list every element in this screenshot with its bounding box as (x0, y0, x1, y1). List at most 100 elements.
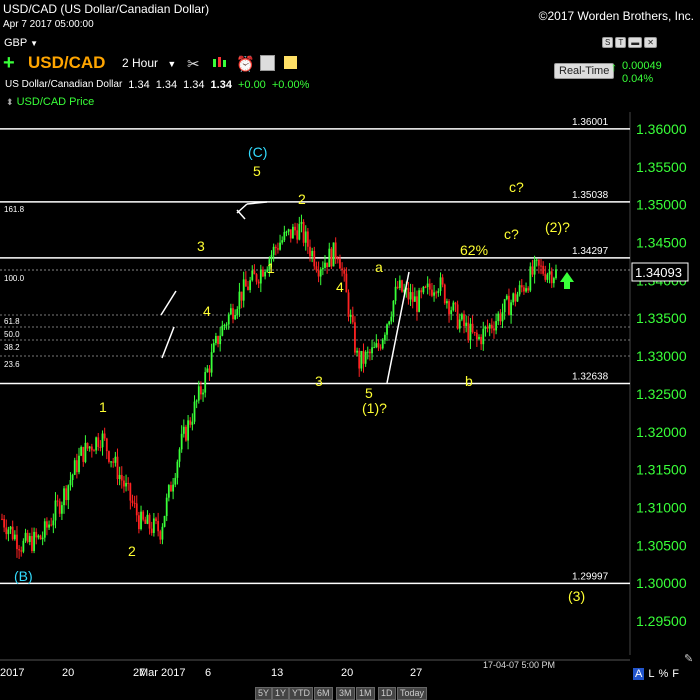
candle-body (495, 321, 498, 331)
candle-body (97, 437, 100, 447)
candle-body (131, 500, 134, 503)
fib-label: 100.0 (4, 274, 25, 283)
candle-body (420, 290, 423, 293)
candle-body (24, 532, 27, 541)
candle-body (418, 290, 421, 312)
candle-body (227, 314, 230, 325)
candle-body (535, 259, 538, 261)
candle-body (437, 291, 440, 293)
candle-body (441, 277, 444, 285)
wave-label: (B) (14, 568, 33, 584)
candle-body (505, 295, 508, 300)
candle-body (377, 343, 380, 348)
candle-body (510, 302, 512, 316)
pin-icon[interactable]: ✎ (684, 652, 693, 665)
candle-body (283, 232, 286, 241)
candle-body (555, 269, 557, 279)
candle-body (16, 534, 18, 550)
candle-body (20, 550, 23, 552)
candle-body (11, 526, 14, 540)
candle-body (167, 485, 170, 498)
range-button-3m[interactable]: 3M (336, 687, 355, 700)
candle-body (533, 260, 536, 275)
candle-body (309, 246, 311, 257)
candle-body (137, 515, 140, 530)
y-tick-label: 1.33000 (636, 348, 687, 364)
candle-body (93, 450, 95, 452)
candle-body (319, 269, 322, 277)
candle-body (373, 347, 376, 349)
y-tick-label: 1.36000 (636, 121, 687, 137)
candle-body (125, 482, 127, 487)
candle-body (362, 350, 365, 364)
candle-body (486, 326, 489, 329)
candle-body (456, 304, 459, 329)
range-button-1d[interactable]: 1D (378, 687, 396, 700)
candle-body (473, 332, 476, 334)
candle-body (48, 524, 50, 528)
candle-body (257, 281, 260, 284)
candle-body (28, 536, 31, 542)
candle-body (236, 308, 239, 315)
candle-body (540, 265, 542, 267)
candle-body (463, 314, 465, 326)
wave-label: a (375, 259, 383, 275)
range-button-ytd[interactable]: YTD (289, 687, 313, 700)
scale-log-button[interactable]: L (648, 668, 654, 680)
range-button-6m[interactable]: 6M (314, 687, 333, 700)
scale-f-button[interactable]: F (672, 668, 679, 680)
candle-body (431, 289, 433, 296)
candle-body (409, 292, 412, 300)
wave-label: (C) (248, 144, 267, 160)
candle-body (424, 286, 427, 288)
candle-body (542, 265, 545, 274)
candle-body (41, 537, 44, 540)
candle-body (407, 287, 410, 300)
level-label: 1.29997 (572, 571, 609, 582)
candle-body (172, 484, 175, 492)
candle-body (544, 273, 547, 280)
candle-body (67, 485, 70, 501)
wave-label: 1 (99, 399, 107, 415)
range-button-1m[interactable]: 1M (356, 687, 375, 700)
range-button-5y[interactable]: 5Y (255, 687, 273, 700)
candle-body (488, 324, 491, 329)
candle-body (95, 437, 98, 451)
candle-body (298, 223, 301, 240)
candle-body (503, 299, 506, 313)
candle-body (247, 286, 249, 291)
candle-body (523, 287, 525, 292)
x-tick-label: 2017 (0, 667, 24, 679)
candle-body (388, 321, 391, 325)
candle-body (296, 230, 299, 240)
candle-body (484, 326, 487, 329)
candle-body (328, 248, 331, 268)
candle-body (163, 516, 166, 527)
range-button-today[interactable]: Today (397, 687, 428, 700)
candle-body (176, 461, 179, 478)
candle-body (493, 328, 495, 331)
y-tick-label: 1.34500 (636, 235, 687, 251)
scale-a-button[interactable]: A (633, 668, 645, 680)
candle-body (371, 347, 373, 354)
level-label: 1.34297 (572, 246, 609, 257)
candle-body (195, 400, 198, 402)
level-label: 1.32638 (572, 371, 609, 382)
candle-body (264, 271, 266, 277)
candle-body (514, 293, 517, 302)
candle-body (452, 302, 455, 311)
candle-body (548, 271, 551, 275)
candle-body (116, 456, 119, 480)
wave-label: 3 (197, 238, 205, 254)
range-button-1y[interactable]: 1Y (272, 687, 290, 700)
y-tick-label: 1.32000 (636, 424, 687, 440)
candle-body (189, 420, 192, 425)
candle-body (497, 313, 500, 322)
candle-body (123, 480, 125, 487)
green-up-arrow-icon (560, 272, 574, 289)
candle-body (88, 446, 91, 449)
scale-percent-button[interactable]: % (658, 668, 668, 680)
candle-body (396, 286, 399, 288)
candle-body (529, 266, 532, 291)
candle-body (152, 518, 155, 533)
